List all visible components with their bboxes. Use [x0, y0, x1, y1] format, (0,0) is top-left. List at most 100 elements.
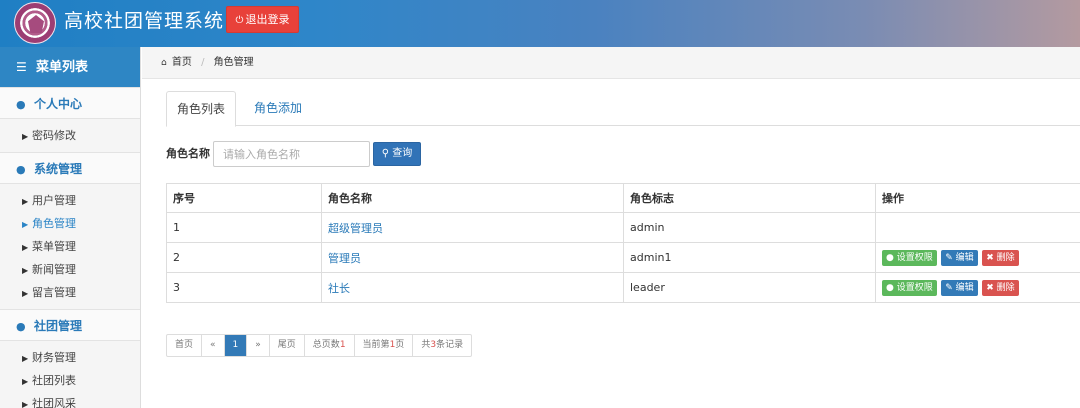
power-icon: ⏻	[235, 15, 244, 26]
delete-button[interactable]: ✖ 删除	[982, 249, 1019, 266]
user-icon: ●	[16, 320, 26, 333]
table-row: 1 超级管理员 admin	[166, 212, 1080, 243]
sidebar-item-label: 角色管理	[32, 217, 76, 230]
sidebar-item-password[interactable]: ▶ 密码修改	[0, 124, 140, 147]
app-title: 高校社团管理系统	[64, 10, 225, 32]
sidebar-item-label: 留言管理	[32, 286, 76, 299]
caret-right-icon: ▶	[22, 377, 29, 386]
search-input[interactable]	[213, 141, 370, 167]
caret-right-icon: ▶	[22, 354, 29, 363]
top-header: 高校社团管理系统 ⏻ 退出登录	[0, 0, 1080, 47]
cell-role-flag: admin1	[623, 242, 876, 273]
tab-role-list[interactable]: 角色列表	[166, 91, 236, 127]
cell-no: 2	[166, 242, 322, 273]
set-permission-label: 设置权限	[896, 252, 933, 263]
cell-role-flag: leader	[623, 272, 876, 303]
col-header-name: 角色名称	[321, 183, 624, 213]
caret-right-icon: ▶	[22, 243, 29, 252]
pager-last[interactable]: 尾页	[270, 335, 305, 356]
table-header-row: 序号 角色名称 角色标志 操作	[166, 183, 1080, 213]
sidebar-item-label: 新闻管理	[32, 263, 76, 276]
caret-right-icon: ▶	[22, 266, 29, 275]
caret-right-icon: ▶	[22, 197, 29, 206]
cell-actions: ● 设置权限 ✎ 编辑 ✖ 删除	[875, 242, 1080, 273]
col-header-actions: 操作	[875, 183, 1080, 213]
cell-no: 3	[166, 272, 322, 303]
close-icon: ✖	[986, 252, 994, 263]
sidebar-item-label: 财务管理	[32, 351, 76, 364]
caret-right-icon: ▶	[22, 220, 29, 229]
edit-label: 编辑	[955, 252, 974, 263]
cell-role-name[interactable]: 社长	[321, 272, 624, 303]
logout-label: 退出登录	[245, 13, 290, 26]
set-permission-label: 设置权限	[896, 282, 933, 293]
cell-role-name[interactable]: 管理员	[321, 242, 624, 273]
cell-no: 1	[166, 212, 322, 243]
caret-right-icon: ▶	[22, 132, 29, 141]
sidebar-item-label: 菜单管理	[32, 240, 76, 253]
cell-actions	[875, 212, 1080, 243]
sidebar-group-system[interactable]: ● 系统管理	[0, 152, 140, 184]
school-logo	[14, 2, 56, 44]
pager-current-page: 当前第1页	[355, 335, 414, 356]
caret-right-icon: ▶	[22, 289, 29, 298]
delete-label: 删除	[996, 252, 1015, 263]
sidebar-item-label: 社团列表	[32, 374, 76, 387]
tab-role-add[interactable]: 角色添加	[248, 91, 308, 126]
pager-page-1[interactable]: 1	[224, 335, 248, 356]
sidebar-item-messages[interactable]: ▶ 留言管理	[0, 281, 140, 304]
set-permission-button[interactable]: ● 设置权限	[882, 249, 937, 266]
search-label: 角色名称	[166, 147, 210, 160]
breadcrumb-home[interactable]: 首页	[172, 57, 192, 68]
edit-button[interactable]: ✎ 编辑	[941, 279, 978, 296]
sidebar-item-label: 密码修改	[32, 129, 76, 142]
cell-role-flag: admin	[623, 212, 876, 243]
sidebar-item-menus[interactable]: ▶ 菜单管理	[0, 235, 140, 258]
logout-button[interactable]: ⏻ 退出登录	[226, 6, 299, 33]
delete-button[interactable]: ✖ 删除	[982, 279, 1019, 296]
breadcrumb: ⌂ 首页 / 角色管理	[142, 47, 1080, 79]
sidebar-item-finance[interactable]: ▶ 财务管理	[0, 346, 140, 369]
sidebar-item-news[interactable]: ▶ 新闻管理	[0, 258, 140, 281]
search-button-label: 查询	[392, 148, 413, 159]
sidebar: ☰ 菜单列表 ● 个人中心 ▶ 密码修改 ● 系统管理 ▶ 用户管理 ▶ 角色管理 ▶ 菜单管…	[0, 47, 141, 408]
home-icon: ⌂	[161, 58, 167, 68]
sidebar-item-club-gallery[interactable]: ▶ 社团风采	[0, 392, 140, 408]
search-icon: ⚲	[381, 148, 390, 159]
user-icon: ●	[886, 282, 894, 293]
breadcrumb-current: 角色管理	[213, 57, 254, 68]
set-permission-button[interactable]: ● 设置权限	[882, 279, 937, 296]
menu-title: 菜单列表	[36, 60, 89, 75]
pencil-icon: ✎	[945, 252, 953, 263]
menu-header: ☰ 菜单列表	[0, 47, 140, 87]
pencil-icon: ✎	[945, 282, 953, 293]
table-row: 3 社长 leader ● 设置权限 ✎ 编辑 ✖ 删除	[166, 272, 1080, 303]
pager-record-count: 共3条记录	[421, 340, 464, 350]
sidebar-group-personal[interactable]: ● 个人中心	[0, 87, 140, 119]
cell-role-name[interactable]: 超级管理员	[321, 212, 624, 243]
delete-label: 删除	[996, 282, 1015, 293]
group-label: 个人中心	[34, 97, 83, 111]
pager-first[interactable]: 首页	[167, 335, 203, 356]
search-button[interactable]: ⚲ 查询	[373, 142, 421, 166]
col-header-flag: 角色标志	[623, 183, 876, 213]
pager-total-pages: 总页数1	[305, 335, 355, 356]
list-icon: ☰	[16, 60, 27, 74]
close-icon: ✖	[986, 282, 994, 293]
sidebar-group-clubs[interactable]: ● 社团管理	[0, 309, 140, 341]
sidebar-item-club-list[interactable]: ▶ 社团列表	[0, 369, 140, 392]
sidebar-item-roles[interactable]: ▶ 角色管理	[0, 212, 140, 235]
pagination: 首页 « 1 » 尾页 总页数1 当前第1页 共3条记录	[166, 334, 473, 357]
sidebar-item-label: 社团风采	[32, 397, 76, 408]
pager-next[interactable]: »	[247, 335, 270, 356]
sidebar-item-users[interactable]: ▶ 用户管理	[0, 189, 140, 212]
user-icon: ●	[886, 252, 894, 263]
group-label: 社团管理	[34, 319, 83, 333]
role-table: 序号 角色名称 角色标志 操作 1 超级管理员 admin 2 管理员 admi…	[166, 183, 1080, 303]
edit-button[interactable]: ✎ 编辑	[941, 249, 978, 266]
sidebar-item-label: 用户管理	[32, 194, 76, 207]
cell-actions: ● 设置权限 ✎ 编辑 ✖ 删除	[875, 272, 1080, 303]
user-icon: ●	[16, 98, 26, 111]
tab-bar: 角色列表 角色添加	[166, 91, 1080, 127]
pager-prev[interactable]: «	[202, 335, 225, 356]
